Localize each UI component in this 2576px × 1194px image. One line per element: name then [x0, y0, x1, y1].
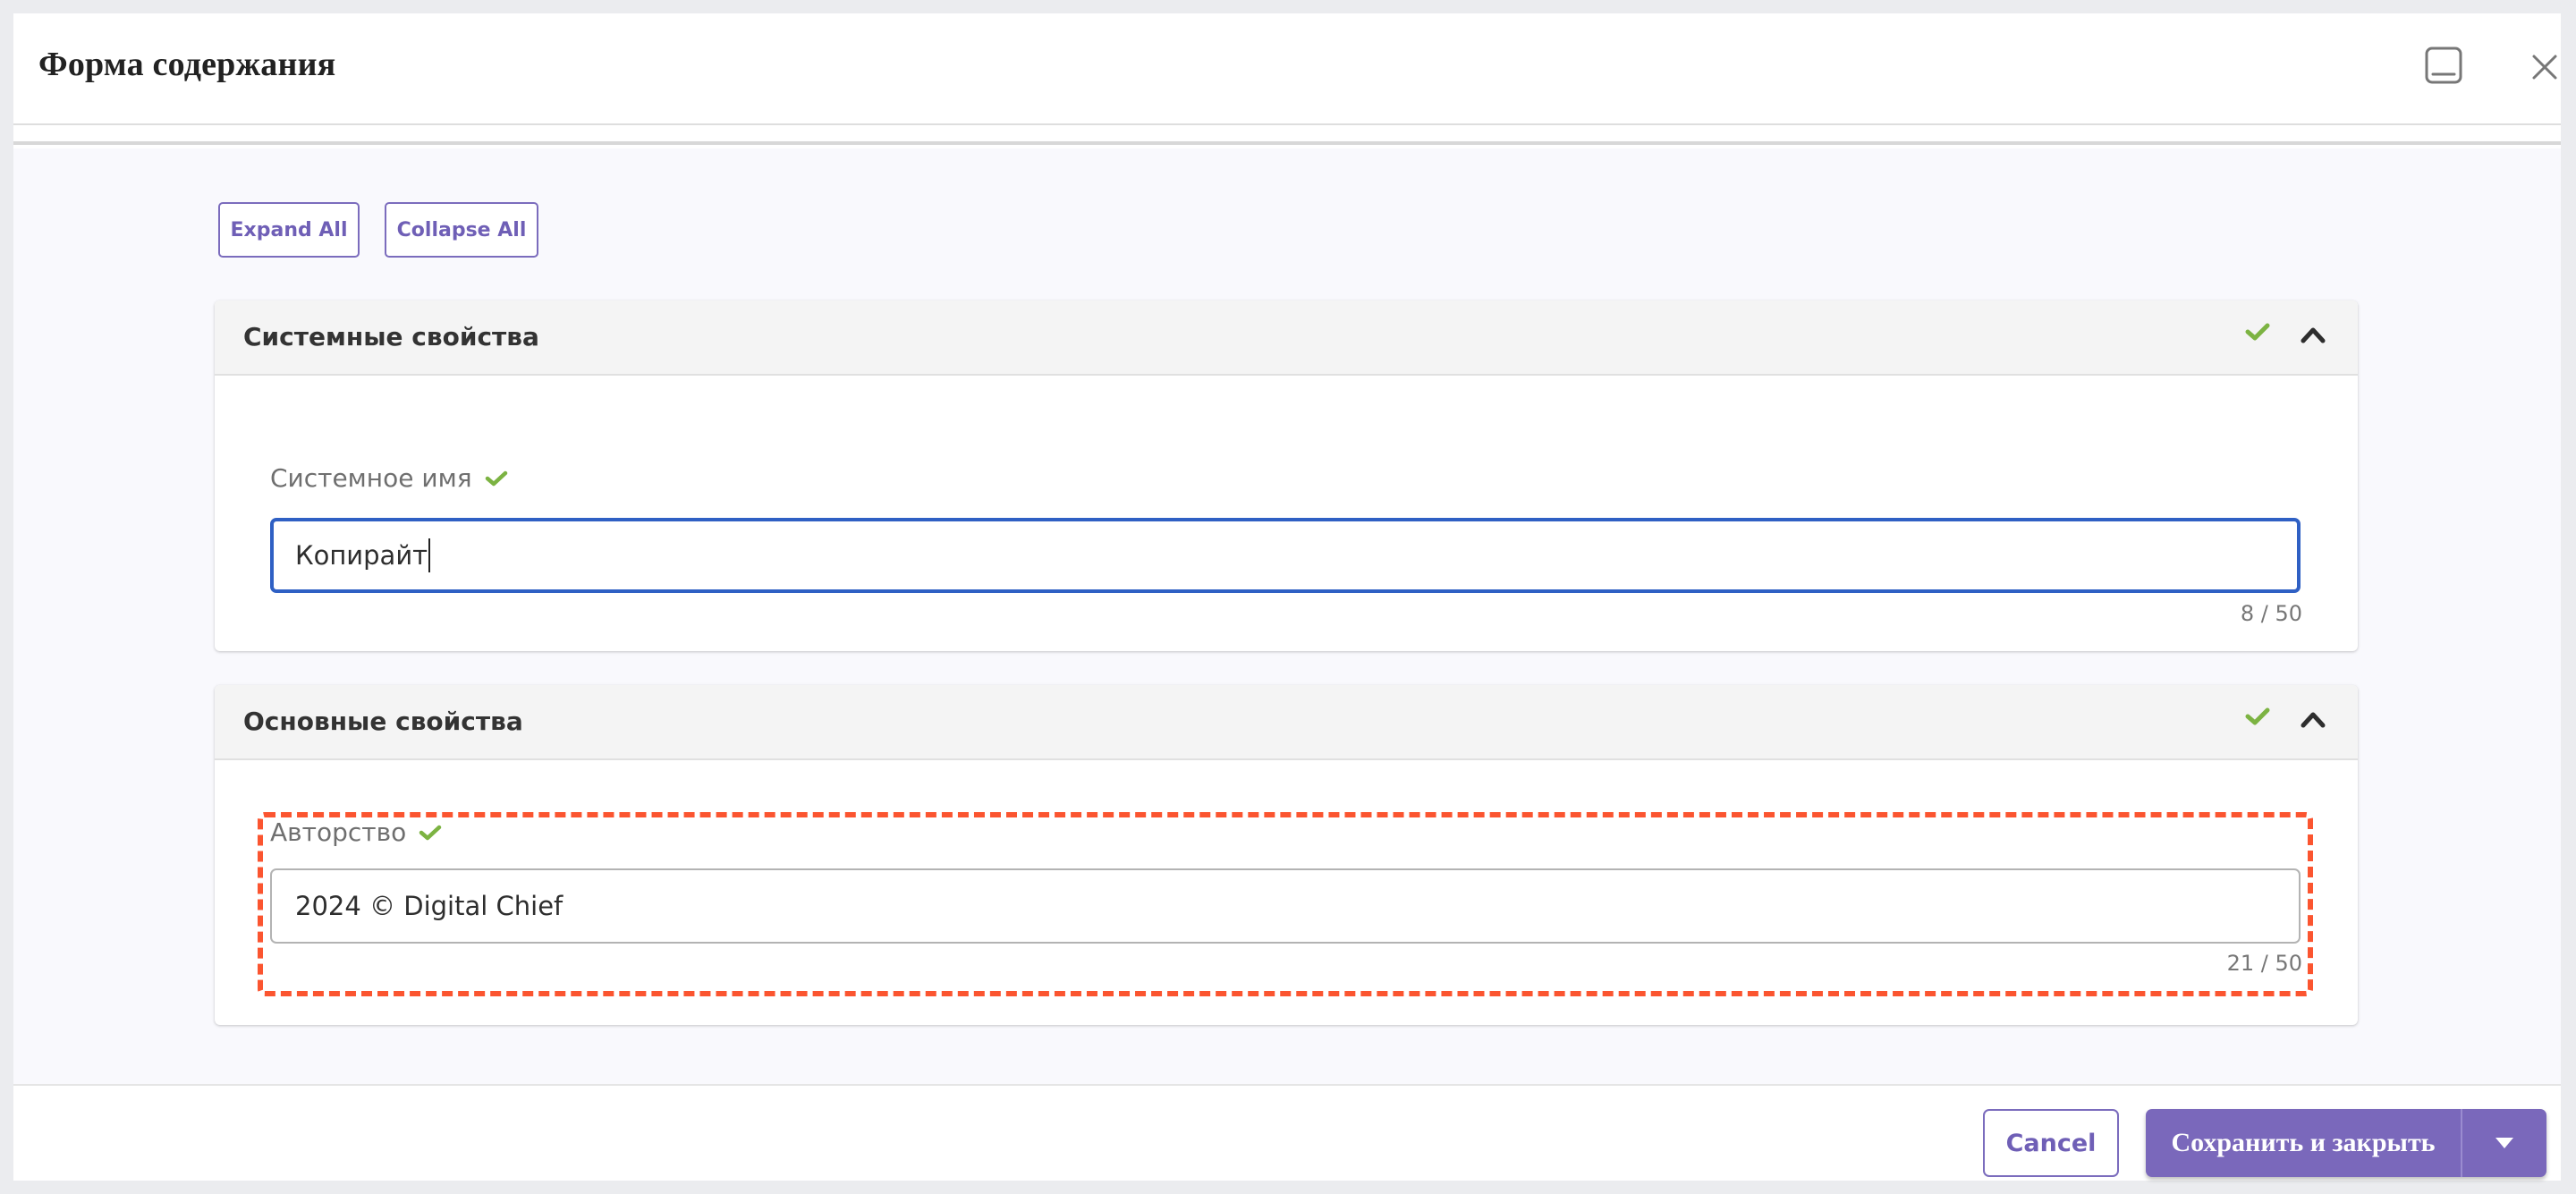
section-header[interactable]: Основные свойства [215, 685, 2358, 760]
modal-header: Форма содержания [13, 13, 2561, 125]
character-counter: 8 / 50 [2240, 601, 2302, 626]
modal-body: Expand All Collapse All Системные свойст… [13, 148, 2561, 1084]
valid-check-icon [2245, 707, 2270, 725]
field-label-text: Системное имя [270, 463, 472, 493]
field-label-text: Авторство [270, 817, 407, 847]
field-label-system-name: Системное имя [270, 463, 508, 493]
minimize-panel-icon[interactable] [2425, 47, 2462, 84]
character-counter: 21 / 50 [2226, 951, 2302, 976]
chevron-up-icon[interactable] [2300, 325, 2326, 344]
modal-footer: Cancel Сохранить и закрыть [13, 1084, 2561, 1181]
expand-all-button[interactable]: Expand All [218, 202, 360, 258]
authorship-input[interactable]: 2024 © Digital Chief [270, 868, 2301, 944]
modal-title: Форма содержания [38, 46, 336, 83]
field-label-authorship: Авторство [270, 817, 442, 847]
system-name-input[interactable]: Копирайт [270, 518, 2301, 593]
section-title: Системные свойства [243, 322, 539, 351]
section-title: Основные свойства [243, 707, 523, 736]
valid-check-icon [419, 825, 442, 840]
section-main-properties: Основные свойства Авторство 2024 © Digit… [215, 685, 2358, 1025]
chevron-up-icon[interactable] [2300, 709, 2326, 729]
caret-down-icon [2496, 1138, 2513, 1148]
header-divider [13, 127, 2561, 145]
collapse-all-button[interactable]: Collapse All [385, 202, 538, 258]
section-header[interactable]: Системные свойства [215, 301, 2358, 376]
cancel-button[interactable]: Cancel [1983, 1109, 2119, 1177]
save-and-close-button[interactable]: Сохранить и закрыть [2146, 1109, 2462, 1177]
save-close-split-button: Сохранить и закрыть [2146, 1109, 2546, 1177]
valid-check-icon [2245, 323, 2270, 341]
valid-check-icon [485, 470, 507, 486]
close-icon[interactable] [2531, 54, 2558, 80]
save-options-dropdown-toggle[interactable] [2462, 1109, 2546, 1177]
input-value: Копирайт [295, 540, 428, 571]
content-form-modal: Форма содержания Expand All Collapse All… [13, 13, 2561, 1181]
input-value: 2024 © Digital Chief [295, 891, 564, 921]
text-caret [428, 538, 431, 572]
section-system-properties: Системные свойства Системное имя Копирай… [215, 301, 2358, 651]
